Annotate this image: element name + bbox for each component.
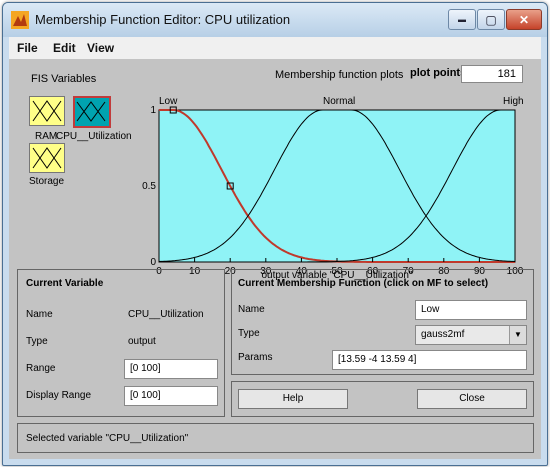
- matlab-logo-icon: [11, 11, 29, 29]
- title-bar: Membership Function Editor: CPU utilizat…: [3, 3, 547, 37]
- menu-view[interactable]: View: [87, 41, 114, 55]
- mf-shape-icon: [32, 100, 62, 122]
- mf-label-normal[interactable]: Normal: [323, 96, 355, 107]
- editor-client-area: FIS Variables RAM CPU__Utilization Stora…: [9, 59, 541, 459]
- current-variable-title: Current Variable: [26, 278, 104, 289]
- display-range-input[interactable]: [0 100]: [124, 386, 218, 406]
- plot-title: Membership function plots: [275, 69, 404, 81]
- display-range-label: Display Range: [26, 390, 92, 401]
- mf-shape-icon: [76, 101, 106, 122]
- mf-label-high[interactable]: High: [503, 96, 524, 107]
- fis-variable-label-ram: RAM: [35, 131, 58, 142]
- menu-file[interactable]: File: [17, 41, 38, 55]
- current-mf-title: Current Membership Function (click on MF…: [238, 278, 489, 289]
- menu-bar: File Edit View: [9, 37, 541, 59]
- chevron-down-icon: ▼: [509, 326, 526, 344]
- plot-area[interactable]: [158, 109, 516, 263]
- window-title: Membership Function Editor: CPU utilizat…: [35, 12, 291, 27]
- status-panel: Selected variable "CPU__Utilization": [17, 423, 534, 453]
- maximize-button[interactable]: ▢: [477, 9, 505, 30]
- fis-variable-label-cpu: CPU__Utilization: [56, 131, 132, 142]
- range-label: Range: [26, 363, 56, 374]
- params-input[interactable]: [13.59 -4 13.59 4]: [332, 350, 527, 370]
- menu-edit[interactable]: Edit: [53, 41, 76, 55]
- mf-name-input[interactable]: Low: [415, 300, 527, 320]
- mf-type-label: Type: [238, 328, 260, 339]
- y-tick-label: 0.5: [142, 181, 156, 192]
- minimize-icon: ▬: [458, 15, 466, 24]
- mf-name-label: Name: [238, 304, 265, 315]
- y-tick-label: 1: [150, 105, 156, 116]
- plot-points-input[interactable]: 181: [461, 65, 523, 83]
- minimize-button[interactable]: ▬: [448, 9, 476, 30]
- app-window: Membership Function Editor: CPU utilizat…: [2, 2, 548, 466]
- fis-variable-ram[interactable]: [29, 96, 65, 126]
- status-message: Selected variable "CPU__Utilization": [26, 433, 189, 444]
- fis-variable-label-storage: Storage: [29, 176, 65, 187]
- current-variable-panel: Current Variable Name CPU__Utilization T…: [17, 269, 225, 417]
- membership-function-plot[interactable]: 0 10 20 30 40 50 60 70 80 90 100 00.51 Low Normal …: [139, 92, 525, 282]
- fis-variable-storage[interactable]: [29, 143, 65, 173]
- variable-type-label: Type: [26, 336, 48, 347]
- mf-type-value: gauss2mf: [421, 329, 465, 340]
- y-tick-label: 0: [150, 257, 156, 268]
- variable-name-value: CPU__Utilization: [128, 309, 204, 320]
- current-mf-panel: Current Membership Function (click on MF…: [231, 269, 534, 375]
- close-button[interactable]: Close: [417, 389, 527, 409]
- close-window-button[interactable]: ✕: [506, 9, 542, 30]
- fis-variables-label: FIS Variables: [31, 73, 97, 85]
- mf-type-select[interactable]: gauss2mf ▼: [415, 325, 527, 345]
- fis-variable-cpu-utilization[interactable]: [73, 96, 111, 128]
- params-label: Params: [238, 352, 273, 363]
- help-button[interactable]: Help: [238, 389, 348, 409]
- variable-type-value: output: [128, 336, 156, 347]
- variable-name-label: Name: [26, 309, 53, 320]
- maximize-icon: ▢: [485, 12, 497, 27]
- range-input[interactable]: [0 100]: [124, 359, 218, 379]
- mf-label-low[interactable]: Low: [159, 96, 178, 107]
- button-panel: Help Close: [231, 381, 534, 417]
- close-icon: ✕: [518, 12, 530, 27]
- mf-shape-icon: [32, 147, 62, 169]
